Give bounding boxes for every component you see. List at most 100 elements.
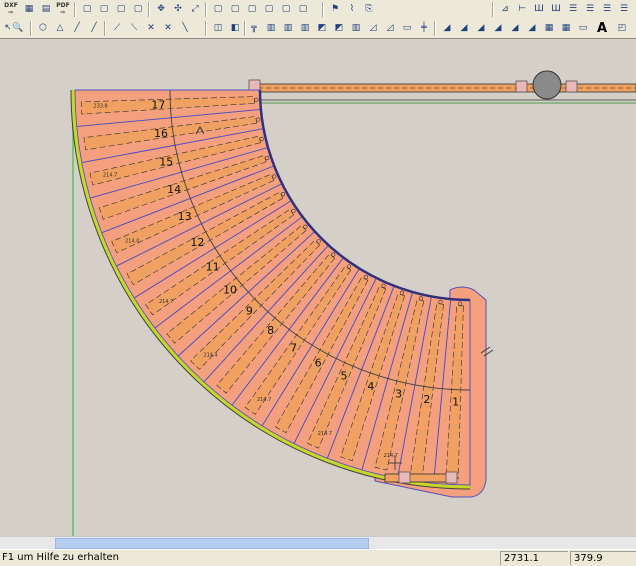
- chart-icon[interactable]: ▤: [38, 1, 54, 17]
- steps-2-icon[interactable]: ◢: [456, 20, 472, 36]
- tool-b-icon[interactable]: ⊢: [514, 1, 530, 17]
- drawing-canvas[interactable]: 1 2 3 4 5 6 7 8 9 10 11 12 13 14 15 16 17 233.8 214.7 214.…: [0, 40, 636, 536]
- steps-1-icon[interactable]: ◢: [439, 20, 455, 36]
- text-tool-icon[interactable]: A: [594, 20, 610, 36]
- separator: [434, 21, 436, 36]
- tool-g-icon[interactable]: ☰: [599, 1, 615, 17]
- clip-icon[interactable]: ⎘: [361, 1, 377, 17]
- status-coord-x: 2731.1: [500, 551, 568, 565]
- snap-5-icon[interactable]: ╲: [177, 20, 193, 36]
- tool-e-icon[interactable]: ☰: [565, 1, 581, 17]
- step-number: 9: [246, 305, 253, 318]
- rotate-icon[interactable]: ✣: [170, 1, 186, 17]
- grid-icon[interactable]: ▦: [541, 20, 557, 36]
- separator: [205, 21, 207, 36]
- brick-icon[interactable]: ▦: [558, 20, 574, 36]
- stair-1-icon[interactable]: ╦: [246, 20, 262, 36]
- view-front-icon[interactable]: ▢: [79, 1, 95, 17]
- layer-5-icon[interactable]: ▢: [278, 1, 294, 17]
- path-icon[interactable]: ⌇: [344, 1, 360, 17]
- separator: [148, 2, 150, 17]
- stair-2-icon[interactable]: ▥: [263, 20, 279, 36]
- stair-6-icon[interactable]: ◩: [331, 20, 347, 36]
- stair-3-icon[interactable]: ▥: [280, 20, 296, 36]
- line-icon[interactable]: ╱: [69, 20, 85, 36]
- layer-1-icon[interactable]: ▢: [210, 1, 226, 17]
- view-top-icon[interactable]: ▢: [113, 1, 129, 17]
- step-number: 14: [167, 183, 181, 196]
- stair-11-icon[interactable]: ╪: [416, 20, 432, 36]
- view-iso-icon[interactable]: ▢: [130, 1, 146, 17]
- snap-2-icon[interactable]: ⟍: [126, 20, 142, 36]
- polygon-icon[interactable]: ⬡: [35, 20, 51, 36]
- post-bottom-right: [445, 471, 458, 484]
- dxf-label: DXF: [4, 2, 18, 9]
- scrollbar-thumb[interactable]: [55, 538, 369, 549]
- layer-4-icon[interactable]: ▢: [261, 1, 277, 17]
- layer-2-icon[interactable]: ▢: [227, 1, 243, 17]
- tool-x-icon[interactable]: ◰: [614, 20, 630, 36]
- wall-icon[interactable]: ◧: [227, 20, 243, 36]
- layer-3-icon[interactable]: ▢: [244, 1, 260, 17]
- horizontal-scrollbar[interactable]: [0, 536, 636, 550]
- stair-drawing: 1234567891011121314151617 233.8214.7214.…: [70, 70, 636, 536]
- dimension-label: 233.8: [93, 103, 107, 109]
- column-circle: [532, 70, 562, 100]
- status-coord-y: 379.9: [570, 551, 636, 565]
- steps-4-icon[interactable]: ◢: [490, 20, 506, 36]
- dxf-export-button[interactable]: DXF ⇨: [3, 1, 19, 17]
- rectangle-icon[interactable]: ▭: [575, 20, 591, 36]
- view-side-icon[interactable]: ▢: [96, 1, 112, 17]
- stair-7-icon[interactable]: ▥: [348, 20, 364, 36]
- tool-d-icon[interactable]: Ш: [548, 1, 564, 17]
- step-number: 11: [206, 260, 220, 273]
- step-number: 1: [452, 396, 459, 409]
- flag-icon[interactable]: ⚑: [327, 1, 343, 17]
- step-number: 8: [267, 324, 274, 337]
- dimension-label: 214.7: [257, 397, 271, 403]
- steps-3-icon[interactable]: ◢: [473, 20, 489, 36]
- separator: [30, 21, 32, 36]
- tool-h-icon[interactable]: ☰: [616, 1, 632, 17]
- step-number: 2: [423, 393, 430, 406]
- step-number: 12: [190, 236, 204, 249]
- pdf-export-button[interactable]: PDF ⇨: [55, 1, 71, 17]
- stamp-icon[interactable]: ◫: [210, 20, 226, 36]
- stair-5-icon[interactable]: ◩: [314, 20, 330, 36]
- move-icon[interactable]: ✥: [153, 1, 169, 17]
- layer-6-icon[interactable]: ▢: [295, 1, 311, 17]
- steps-6-icon[interactable]: ◢: [524, 20, 540, 36]
- bottom-stringer: [384, 473, 451, 483]
- stair-8-icon[interactable]: ◿: [365, 20, 381, 36]
- snap-4-icon[interactable]: ✕: [160, 20, 176, 36]
- stair-4-icon[interactable]: ▥: [297, 20, 313, 36]
- triangle-icon[interactable]: △: [52, 20, 68, 36]
- dimension-label: 214.7: [159, 299, 173, 305]
- line2-icon[interactable]: ╱: [86, 20, 102, 36]
- tool-c-icon[interactable]: Ш: [531, 1, 547, 17]
- step-number: 15: [159, 155, 173, 168]
- tool-f-icon[interactable]: ☰: [582, 1, 598, 17]
- status-bar: F1 um Hilfe zu erhalten 2731.1 379.9: [0, 549, 636, 566]
- separator: [205, 2, 207, 17]
- dimension-label: 214.7: [384, 453, 398, 459]
- snap-3-icon[interactable]: ✕: [143, 20, 159, 36]
- zoom-icon[interactable]: 🔍: [10, 20, 26, 36]
- dimension-label: 214.7: [103, 172, 117, 178]
- scale-icon[interactable]: ⤢: [187, 1, 203, 17]
- snap-1-icon[interactable]: ⟋: [109, 20, 125, 36]
- stair-9-icon[interactable]: ◿: [382, 20, 398, 36]
- import-icon[interactable]: ▦: [21, 1, 37, 17]
- pdf-label: PDF: [56, 2, 70, 9]
- stair-10-icon[interactable]: ▭: [399, 20, 415, 36]
- post-top-left: [248, 79, 261, 92]
- post-top-mid: [515, 80, 528, 93]
- step-number: 5: [340, 369, 347, 382]
- step-number: 7: [290, 341, 297, 354]
- dimension-label: 214.7: [318, 431, 332, 437]
- tool-a-icon[interactable]: ⊿: [497, 1, 513, 17]
- dimension-label: 214.4: [203, 353, 217, 359]
- steps-5-icon[interactable]: ◢: [507, 20, 523, 36]
- dimension-label: 214.0: [125, 238, 139, 244]
- post-bottom-left: [398, 471, 411, 484]
